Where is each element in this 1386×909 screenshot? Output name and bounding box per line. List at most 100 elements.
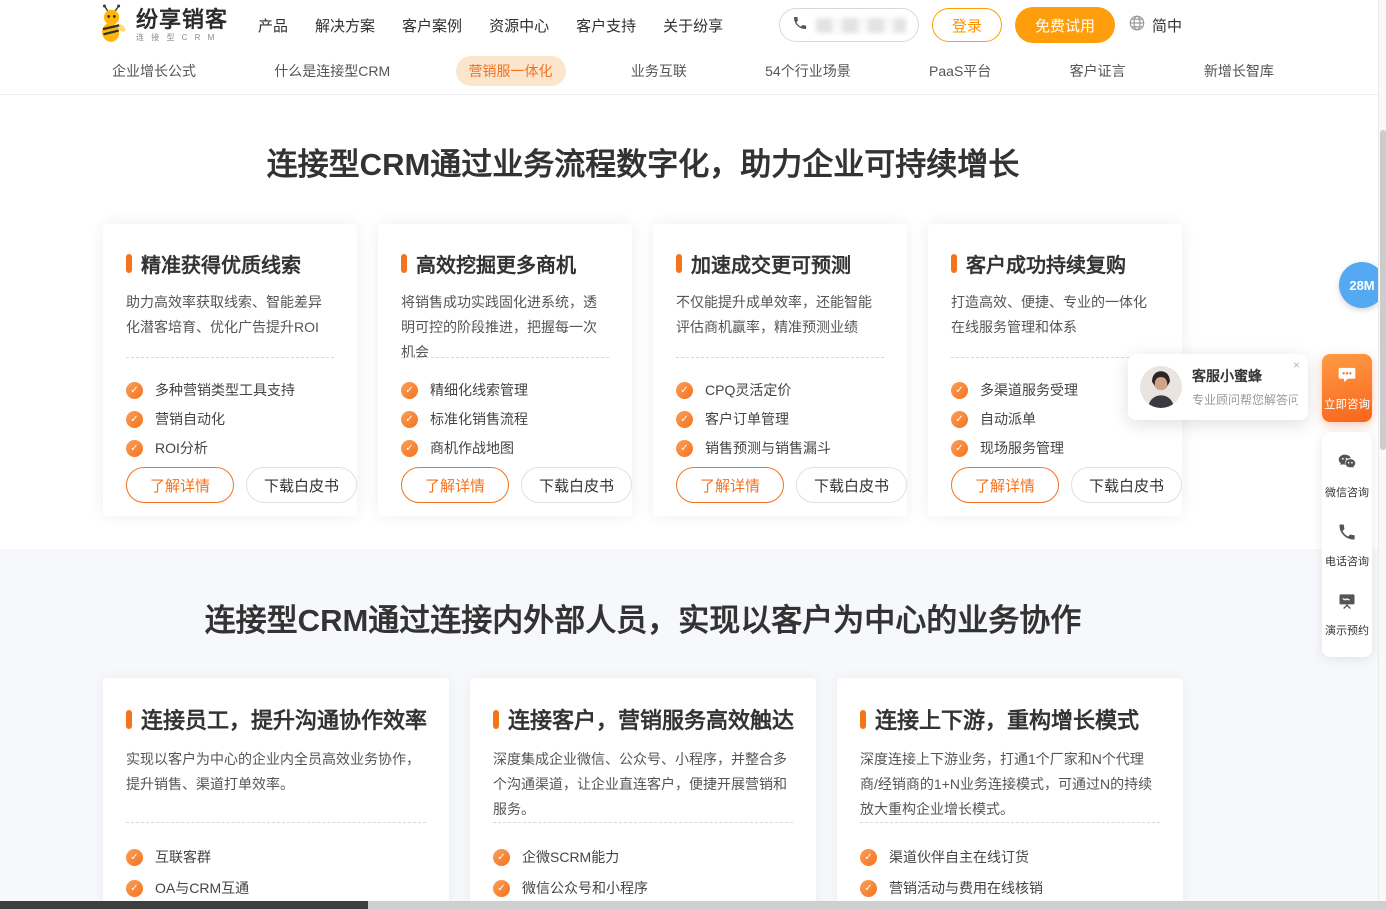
- demo-booking-item[interactable]: 演示预约: [1322, 580, 1372, 649]
- customer-service-popup[interactable]: 客服小蜜蜂 专业顾问帮您解答问题... ×: [1128, 354, 1308, 420]
- title-accent-bar: [401, 254, 407, 273]
- card-description: 实现以客户为中心的企业内全员高效业务协作，提升销售、渠道打单效率。: [126, 747, 426, 805]
- check-icon: ✓: [493, 849, 510, 866]
- horizontal-scrollbar-track[interactable]: [0, 901, 1386, 909]
- vertical-scrollbar-track[interactable]: [1378, 0, 1386, 909]
- bullet-item: ✓商机作战地图: [401, 438, 609, 458]
- connect-card-employees: 连接员工，提升沟通协作效率 实现以客户为中心的企业内全员高效业务协作，提升销售、…: [103, 678, 449, 909]
- check-icon: ✓: [493, 880, 510, 897]
- bullet-item: ✓微信公众号和小程序: [493, 878, 793, 898]
- dashed-divider: [401, 357, 609, 358]
- check-icon: ✓: [126, 440, 143, 457]
- dashed-divider: [126, 357, 334, 358]
- feature-card-opportunities: 高效挖掘更多商机 将销售成功实践固化进系统，透明可控的阶段推进，把握每一次机会 …: [378, 224, 632, 516]
- bullet-item: ✓精细化线索管理: [401, 380, 609, 400]
- free-trial-button[interactable]: 免费试用: [1015, 7, 1115, 43]
- contact-toolbar: 微信咨询 电话咨询 演示预约: [1322, 432, 1372, 657]
- nav-item-cases[interactable]: 客户案例: [402, 15, 462, 36]
- section-digital-process: 连接型CRM通过业务流程数字化，助力企业可持续增长 精准获得优质线索 助力高效率…: [0, 95, 1386, 516]
- section1-title: 连接型CRM通过业务流程数字化，助力企业可持续增长: [103, 139, 1183, 184]
- subnav-item-testimonials[interactable]: 客户证言: [1057, 56, 1139, 86]
- wechat-consult-item[interactable]: 微信咨询: [1322, 440, 1372, 511]
- close-icon[interactable]: ×: [1293, 359, 1300, 371]
- check-icon: ✓: [951, 440, 968, 457]
- title-accent-bar: [126, 254, 132, 273]
- bullet-item: ✓OA与CRM互通: [126, 878, 426, 898]
- check-icon: ✓: [676, 382, 693, 399]
- consult-now-button[interactable]: 立即咨询: [1322, 354, 1372, 422]
- download-whitepaper-button[interactable]: 下载白皮书: [796, 467, 907, 503]
- bullet-item: ✓ROI分析: [126, 438, 334, 458]
- check-icon: ✓: [401, 382, 418, 399]
- demo-booking-label: 演示预约: [1325, 622, 1369, 638]
- learn-more-button[interactable]: 了解详情: [951, 467, 1059, 503]
- download-whitepaper-button[interactable]: 下载白皮书: [521, 467, 632, 503]
- card-title-text: 精准获得优质线索: [141, 249, 301, 278]
- agent-tagline: 专业顾问帮您解答问题...: [1192, 391, 1298, 408]
- card-description: 打造高效、便捷、专业的一体化在线服务管理和体系: [951, 290, 1159, 340]
- check-icon: ✓: [676, 440, 693, 457]
- learn-more-button[interactable]: 了解详情: [126, 467, 234, 503]
- phone-icon: [1337, 522, 1357, 547]
- bullet-item: ✓销售预测与销售漏斗: [676, 438, 884, 458]
- nav-item-solutions[interactable]: 解决方案: [315, 15, 375, 36]
- learn-more-button[interactable]: 了解详情: [676, 467, 784, 503]
- subnav-item-growth-formula[interactable]: 企业增长公式: [99, 56, 209, 86]
- globe-icon: [1128, 14, 1146, 36]
- vertical-scrollbar-thumb[interactable]: [1380, 130, 1386, 450]
- phone-consult-label: 电话咨询: [1325, 553, 1369, 569]
- bullet-item: ✓标准化销售流程: [401, 409, 609, 429]
- nav-item-resources[interactable]: 资源中心: [489, 15, 549, 36]
- phone-icon: [792, 15, 808, 36]
- check-icon: ✓: [401, 440, 418, 457]
- feature-card-deals: 加速成交更可预测 不仅能提升成单效率，还能智能评估商机赢率，精准预测业绩 ✓CP…: [653, 224, 907, 516]
- horizontal-scrollbar-thumb[interactable]: [0, 901, 368, 909]
- subnav-item-paas[interactable]: PaaS平台: [916, 56, 1004, 86]
- nav-item-about[interactable]: 关于纷享: [663, 15, 723, 36]
- bee-icon: [95, 3, 129, 48]
- subnav-item-marketing-sales-service[interactable]: 营销服一体化: [456, 56, 566, 86]
- card-title-text: 连接上下游，重构增长模式: [875, 703, 1139, 735]
- subnav-item-industry-scenarios[interactable]: 54个行业场景: [752, 56, 864, 86]
- nav-item-products[interactable]: 产品: [258, 15, 288, 36]
- check-icon: ✓: [860, 880, 877, 897]
- card-description: 不仅能提升成单效率，还能智能评估商机赢率，精准预测业绩: [676, 290, 884, 340]
- learn-more-button[interactable]: 了解详情: [401, 467, 509, 503]
- agent-avatar: [1140, 366, 1182, 408]
- phone-consult-item[interactable]: 电话咨询: [1322, 511, 1372, 580]
- agent-name: 客服小蜜蜂: [1192, 366, 1298, 386]
- card-description: 将销售成功实践固化进系统，透明可控的阶段推进，把握每一次机会: [401, 290, 609, 340]
- secondary-nav: 企业增长公式 什么是连接型CRM 营销服一体化 业务互联 54个行业场景 Paa…: [99, 48, 1287, 94]
- card-title-text: 加速成交更可预测: [691, 249, 851, 278]
- logo[interactable]: 纷享销客 连 接 型 C R M: [95, 3, 228, 48]
- bullet-item: ✓渠道伙伴自主在线订货: [860, 847, 1160, 867]
- main-nav: 产品 解决方案 客户案例 资源中心 客户支持 关于纷享: [258, 15, 723, 36]
- consult-now-label: 立即咨询: [1324, 396, 1370, 412]
- language-selector[interactable]: 简中: [1128, 14, 1182, 36]
- connect-card-supply-chain: 连接上下游，重构增长模式 深度连接上下游业务，打通1个厂家和N个代理商/经销商的…: [837, 678, 1183, 909]
- feature-card-leads: 精准获得优质线索 助力高效率获取线索、智能差异化潜客培育、优化广告提升ROI ✓…: [103, 224, 357, 516]
- check-icon: ✓: [126, 880, 143, 897]
- bullet-item: ✓企微SCRM能力: [493, 847, 793, 867]
- chat-bubble-icon: [1337, 365, 1357, 390]
- bullet-item: ✓客户订单管理: [676, 409, 884, 429]
- check-icon: ✓: [126, 849, 143, 866]
- title-accent-bar: [860, 710, 866, 729]
- wechat-consult-label: 微信咨询: [1325, 484, 1369, 500]
- download-whitepaper-button[interactable]: 下载白皮书: [246, 467, 357, 503]
- section-business-collaboration: 连接型CRM通过连接内外部人员，实现以客户为中心的业务协作 连接员工，提升沟通协…: [0, 549, 1386, 909]
- subnav-item-growth-thinktank[interactable]: 新增长智库: [1191, 56, 1287, 86]
- connect-card-customers: 连接客户，营销服务高效触达 深度集成企业微信、公众号、小程序，并整合多个沟通渠道…: [470, 678, 816, 909]
- download-whitepaper-button[interactable]: 下载白皮书: [1071, 467, 1182, 503]
- logo-subtitle: 连 接 型 C R M: [136, 34, 228, 42]
- card-description: 深度集成企业微信、公众号、小程序，并整合多个沟通渠道，让企业直连客户，便捷开展营…: [493, 747, 793, 805]
- subnav-item-business-interconnect[interactable]: 业务互联: [618, 56, 700, 86]
- login-button[interactable]: 登录: [932, 8, 1002, 42]
- card-title-text: 连接客户，营销服务高效触达: [508, 703, 794, 735]
- title-accent-bar: [493, 710, 499, 729]
- language-label: 简中: [1152, 15, 1182, 36]
- nav-item-support[interactable]: 客户支持: [576, 15, 636, 36]
- card-title-text: 连接员工，提升沟通协作效率: [141, 703, 427, 735]
- site-header: 纷享销客 连 接 型 C R M 产品 解决方案 客户案例 资源中心 客户支持 …: [0, 0, 1386, 95]
- subnav-item-what-is-crm[interactable]: 什么是连接型CRM: [261, 56, 403, 86]
